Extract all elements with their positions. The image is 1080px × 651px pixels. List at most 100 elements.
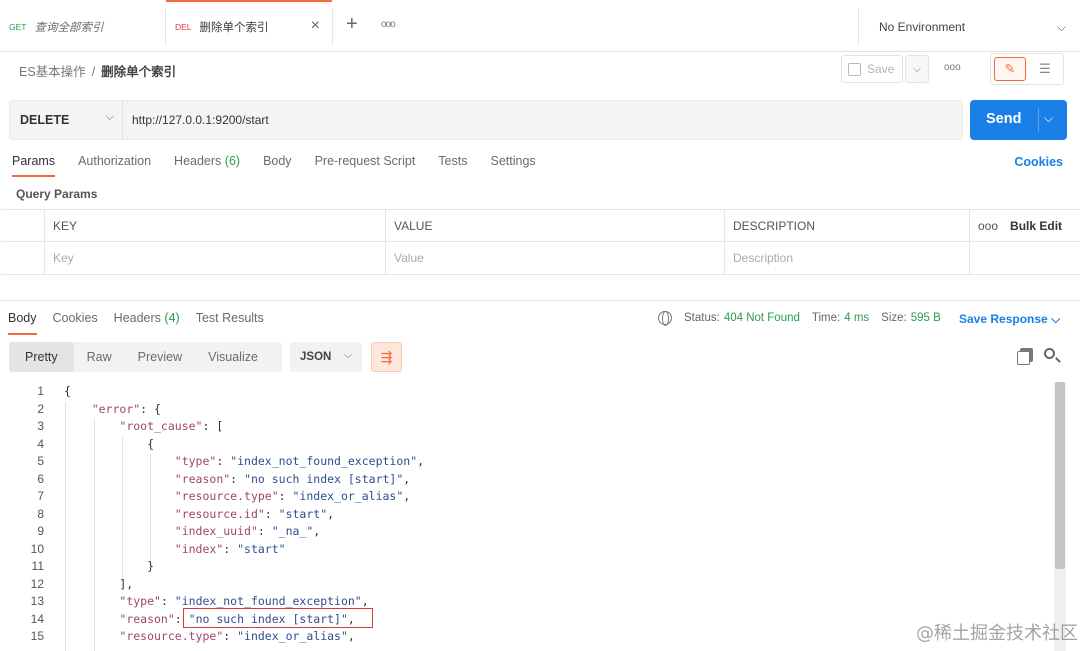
line-number: 13 — [30, 594, 44, 608]
method-label: DELETE — [20, 113, 70, 127]
more-tabs-icon[interactable]: ooo — [381, 19, 396, 30]
line-number: 2 — [37, 401, 44, 416]
code-line: 2 "error": { — [0, 402, 1052, 419]
description-input[interactable]: Description — [724, 242, 969, 274]
line-number: 9 — [37, 524, 44, 538]
chevron-down-icon: ⌵ — [344, 350, 352, 361]
scrollbar-thumb[interactable] — [1055, 382, 1065, 569]
request-tab-del[interactable]: DEL 删除单个索引 × — [166, 0, 333, 46]
row-checkbox-slot — [1, 242, 44, 274]
divider — [0, 300, 1080, 301]
tab-pre-request-script[interactable]: Pre-request Script — [315, 154, 416, 176]
response-tab-body[interactable]: Body — [8, 311, 37, 335]
breadcrumb-current[interactable]: 删除单个索引 — [101, 65, 176, 79]
copy-icon[interactable] — [1017, 348, 1033, 365]
response-body-viewer[interactable]: 1{ 2 "error": { 3 "root_cause": [ 4 { 5 … — [0, 382, 1052, 651]
line-text: "error": { — [91, 401, 161, 416]
wrap-lines-icon[interactable]: ⇶ — [371, 342, 402, 372]
view-preview[interactable]: Preview — [125, 342, 195, 372]
format-select[interactable]: JSON ⌵ — [290, 342, 362, 372]
save-options-button[interactable]: ⌵ — [905, 55, 929, 83]
code-line: 7 "resource.type": "index_or_alias", — [0, 489, 1052, 506]
line-text: { — [64, 436, 155, 451]
save-icon — [848, 62, 861, 76]
method-badge: GET — [9, 22, 27, 32]
line-text: "resource.type": "index_or_alias", — [174, 489, 411, 503]
breadcrumb: ES基本操作 / 删除单个索引 — [19, 61, 176, 80]
breadcrumb-parent[interactable]: ES基本操作 — [19, 65, 86, 79]
search-icon[interactable] — [1044, 348, 1055, 359]
comment-icon[interactable]: ☰ — [1031, 58, 1059, 80]
line-text: "type": "index_not_found_exception", — [174, 454, 425, 468]
code-line: 4 { — [0, 437, 1052, 454]
response-tabs: Body Cookies Headers (4) Test Results — [8, 311, 280, 335]
tab-body[interactable]: Body — [263, 154, 292, 176]
method-select[interactable]: DELETE ⌵ — [10, 101, 123, 139]
chevron-down-icon: ⌵ — [913, 63, 921, 75]
send-button[interactable]: Send ⌵ — [970, 100, 1067, 140]
globe-icon[interactable] — [658, 311, 672, 326]
url-input[interactable]: http://127.0.0.1:9200/start — [132, 113, 269, 127]
tab-params[interactable]: Params — [12, 154, 56, 177]
view-pretty[interactable]: Pretty — [9, 342, 74, 372]
chevron-down-icon[interactable]: ⌵ — [1044, 111, 1053, 126]
code-line: 1{ — [0, 384, 1052, 401]
response-tab-cookies[interactable]: Cookies — [53, 311, 98, 325]
key-input[interactable]: Key — [44, 242, 385, 274]
breadcrumb-separator: / — [91, 65, 96, 79]
cookies-link[interactable]: Cookies — [1014, 155, 1063, 169]
url-bar: DELETE ⌵ http://127.0.0.1:9200/start — [9, 100, 963, 140]
response-tab-headers[interactable]: Headers (4) — [114, 311, 180, 325]
request-tab-strip: GET 查询全部索引 DEL 删除单个索引 × + ooo No Environ… — [0, 0, 1080, 52]
line-number: 15 — [30, 629, 44, 643]
code-line: 13 "type": "index_not_found_exception", — [0, 594, 1052, 611]
code-line: 5 "type": "index_not_found_exception", — [0, 454, 1052, 471]
more-options-icon[interactable]: ooo — [978, 219, 998, 233]
side-panel-toggle: ✎ ☰ — [990, 53, 1064, 85]
column-header-description: DESCRIPTION — [724, 210, 969, 242]
line-number: 3 — [37, 419, 44, 433]
headers-count: (4) — [164, 311, 180, 325]
size-value[interactable]: 595 B — [911, 312, 941, 324]
more-options-icon[interactable]: ooo — [944, 62, 961, 73]
row-handle — [1, 210, 44, 242]
view-raw[interactable]: Raw — [74, 342, 125, 372]
tab-settings[interactable]: Settings — [490, 154, 535, 176]
scrollbar[interactable] — [1054, 382, 1066, 651]
code-line: 11 } — [0, 559, 1052, 576]
bulk-edit-button[interactable]: Bulk Edit — [1010, 219, 1062, 233]
line-number: 10 — [30, 541, 44, 556]
line-number: 8 — [37, 506, 44, 521]
line-number: 7 — [37, 489, 44, 503]
time-value[interactable]: 4 ms — [844, 312, 869, 324]
close-icon[interactable]: × — [311, 17, 320, 35]
tab-title: 查询全部索引 — [34, 22, 104, 34]
status-value[interactable]: 404 Not Found — [724, 312, 800, 324]
plus-icon[interactable]: + — [346, 14, 358, 34]
line-number: 5 — [37, 454, 44, 468]
response-status: Status: 404 Not Found Time: 4 ms Size: 5… — [658, 311, 953, 326]
line-text: "root_cause": [ — [119, 419, 224, 433]
line-text: { — [64, 384, 71, 398]
edit-pencil-icon[interactable]: ✎ — [994, 57, 1026, 81]
send-label: Send — [986, 111, 1022, 127]
line-number: 14 — [30, 611, 44, 626]
line-number: 4 — [37, 436, 44, 451]
environment-label: No Environment — [879, 20, 966, 34]
tab-headers[interactable]: Headers (6) — [174, 154, 240, 176]
tab-authorization[interactable]: Authorization — [78, 154, 151, 176]
request-tab-get[interactable]: GET 查询全部索引 — [0, 8, 166, 46]
save-response-button[interactable]: Save Response ⌵ — [959, 312, 1060, 327]
view-visualize[interactable]: Visualize — [195, 342, 271, 372]
tab-tests[interactable]: Tests — [438, 154, 467, 176]
line-text: "index": "start" — [174, 541, 286, 556]
save-button[interactable]: Save — [841, 55, 903, 83]
method-badge: DEL — [175, 22, 192, 32]
time-label: Time: — [811, 312, 841, 324]
code-line: 8 "resource.id": "start", — [0, 507, 1052, 524]
code-line: 9 "index_uuid": "_na_", — [0, 524, 1052, 541]
value-input[interactable]: Value — [385, 242, 724, 274]
response-tab-test-results[interactable]: Test Results — [196, 311, 264, 325]
line-text: } — [64, 559, 155, 573]
environment-select[interactable]: No Environment ⌵ — [858, 8, 1080, 46]
